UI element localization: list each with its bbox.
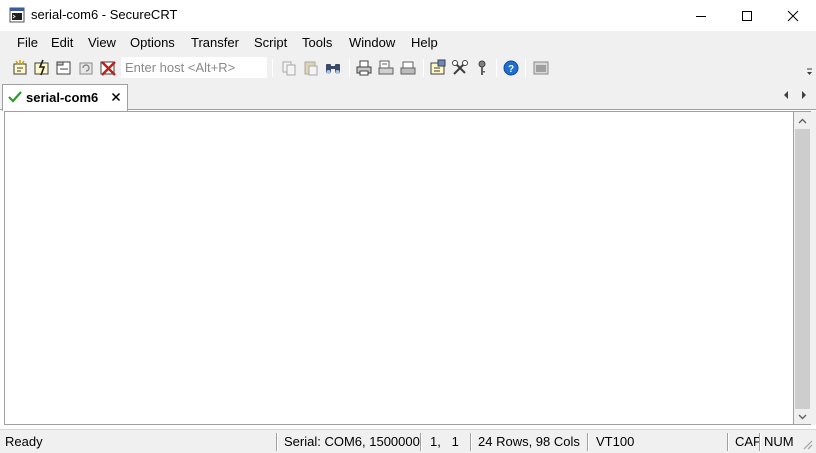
terminal-screen[interactable] [4, 111, 794, 425]
status-cursor-position: 1, 1 [430, 434, 459, 449]
tab-scroll-right-icon[interactable] [798, 89, 810, 101]
menu-window[interactable]: Window [349, 35, 395, 51]
host-input[interactable] [121, 57, 267, 78]
print-screen-icon[interactable] [398, 58, 418, 78]
status-num-lock: NUM [764, 434, 794, 449]
status-divider [420, 433, 422, 451]
status-ready: Ready [5, 434, 43, 449]
securecrt-app-icon [9, 7, 25, 23]
menu-transfer[interactable]: Transfer [191, 35, 239, 51]
status-divider [276, 433, 278, 451]
tab-scroll-left-icon[interactable] [780, 89, 792, 101]
maximize-button[interactable] [724, 0, 770, 31]
quick-connect-icon[interactable] [32, 58, 52, 78]
print-selection-icon[interactable] [376, 58, 396, 78]
toolbar-separator [496, 59, 497, 77]
session-options-icon[interactable] [428, 58, 448, 78]
menu-script[interactable]: Script [254, 35, 287, 51]
toolbar-separator [349, 59, 350, 77]
menu-tools[interactable]: Tools [302, 35, 332, 51]
connected-check-icon [8, 91, 22, 103]
global-options-icon[interactable] [450, 58, 470, 78]
status-terminal-size: 24 Rows, 98 Cols [478, 434, 580, 449]
status-divider [587, 433, 589, 451]
status-caps-lock: CAP [735, 434, 762, 449]
close-button[interactable] [770, 0, 816, 31]
status-emulation: VT100 [596, 434, 635, 449]
menu-view[interactable]: View [88, 35, 116, 51]
paste-icon[interactable] [301, 58, 321, 78]
menu-help[interactable]: Help [411, 35, 438, 51]
menu-file[interactable]: File [17, 35, 38, 51]
find-icon[interactable] [323, 58, 343, 78]
toolbar-separator [525, 59, 526, 77]
maximize-icon [742, 10, 752, 21]
chevron-up-icon [798, 118, 807, 123]
status-divider [727, 433, 729, 451]
status-divider [470, 433, 472, 451]
copy-icon[interactable] [279, 58, 299, 78]
sftp-icon[interactable] [531, 58, 551, 78]
scroll-up-button[interactable] [794, 112, 811, 129]
help-icon[interactable]: ? [501, 58, 521, 78]
disconnect-icon[interactable] [98, 58, 118, 78]
resize-grip-icon[interactable] [802, 439, 814, 451]
toolbar: ? [0, 55, 816, 81]
tab-close-icon[interactable] [108, 89, 124, 105]
status-divider [759, 433, 761, 451]
status-connection: Serial: COM6, 1500000 [284, 434, 420, 449]
scroll-thumb[interactable] [795, 129, 810, 409]
connect-in-tab-icon[interactable] [54, 58, 74, 78]
toolbar-separator [423, 59, 424, 77]
connect-icon[interactable] [10, 58, 30, 78]
menu-options[interactable]: Options [130, 35, 175, 51]
tab-strip: serial-com6 [0, 81, 816, 111]
reconnect-icon[interactable] [76, 58, 96, 78]
svg-text:?: ? [508, 64, 514, 75]
minimize-button[interactable] [678, 0, 724, 31]
window-title: serial-com6 - SecureCRT [31, 7, 178, 22]
scroll-down-button[interactable] [794, 408, 811, 425]
status-bar: Ready Serial: COM6, 1500000 1, 1 24 Rows… [0, 429, 816, 453]
toolbar-separator [272, 59, 273, 77]
chevron-down-icon [798, 414, 807, 419]
minimize-icon [696, 15, 706, 17]
tab-label: serial-com6 [26, 90, 99, 105]
vertical-scrollbar[interactable] [794, 111, 811, 425]
window-edge [811, 111, 816, 425]
toolbar-overflow-icon[interactable] [806, 67, 813, 77]
title-bar[interactable]: serial-com6 - SecureCRT [0, 0, 816, 31]
menu-bar: File Edit View Options Transfer Script T… [0, 31, 816, 55]
keymap-icon[interactable] [472, 58, 492, 78]
close-icon [787, 10, 799, 21]
print-icon[interactable] [354, 58, 374, 78]
menu-edit[interactable]: Edit [51, 35, 73, 51]
tab-serial-com6[interactable]: serial-com6 [2, 84, 128, 111]
